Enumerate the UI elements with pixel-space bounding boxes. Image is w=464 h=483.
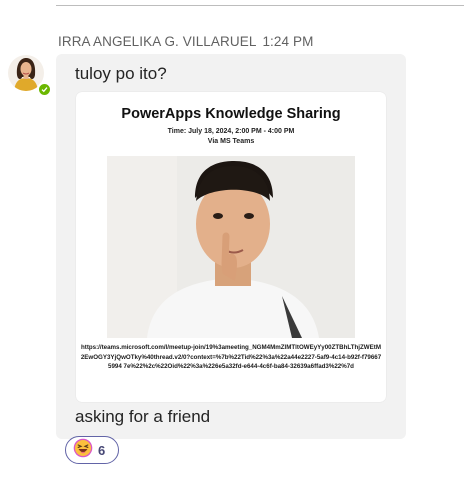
message-header: IRRA ANGELIKA G. VILLARUEL 1:24 PM xyxy=(58,34,313,49)
poster-via: Via MS Teams xyxy=(207,138,255,145)
poster-photo xyxy=(107,156,355,338)
poster-time: Time: July 18, 2024, 2:00 PM - 4:00 PM xyxy=(167,128,295,135)
reaction-count: 6 xyxy=(98,442,106,458)
presence-available-icon xyxy=(37,82,52,97)
avatar[interactable] xyxy=(8,55,52,97)
chat-thread: IRRA ANGELIKA G. VILLARUEL 1:24 PM tuloy … xyxy=(0,0,464,483)
laughing-emoji-icon xyxy=(73,438,93,463)
sender-name[interactable]: IRRA ANGELIKA G. VILLARUEL xyxy=(58,34,256,49)
message-text: tuloy po ito? xyxy=(75,64,167,83)
message-text-secondary: asking for a friend xyxy=(75,407,211,426)
reaction-button[interactable]: 6 xyxy=(65,436,119,464)
message-divider xyxy=(56,5,464,6)
meeting-link: https://teams.microsoft.com/l/meetup-joi… xyxy=(80,344,382,371)
message-timestamp: 1:24 PM xyxy=(262,34,314,49)
poster-title: PowerApps Knowledge Sharing xyxy=(121,106,341,122)
